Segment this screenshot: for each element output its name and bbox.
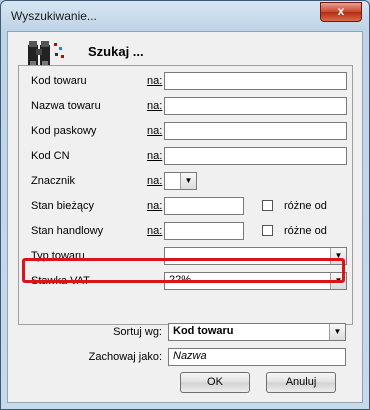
kod-paskowy-na-label: na: [147, 125, 163, 137]
kod-towaru-na-label: na: [147, 75, 163, 87]
nazwa-towaru-na-label: na: [147, 100, 163, 112]
kod-towaru-label: Kod towaru [31, 75, 87, 87]
sort-value: Kod towaru [173, 325, 234, 337]
dialog-client-area: Szukaj ... Kod towaru na: Nazwa towaru n… [7, 31, 363, 403]
kod-cn-na-label: na: [147, 150, 163, 162]
search-fields-group: Kod towaru na: Nazwa towaru na: Kod pask… [18, 65, 353, 325]
chevron-down-icon[interactable]: ▼ [329, 324, 345, 340]
znacznik-na-label: na: [147, 175, 163, 187]
kod-cn-input[interactable] [164, 147, 347, 165]
stan-biezacy-label: Stan bieżący [31, 200, 94, 212]
kod-towaru-input[interactable] [164, 72, 347, 90]
chevron-down-icon[interactable]: ▼ [180, 173, 196, 189]
stan-biezacy-na-label: na: [147, 200, 163, 212]
search-heading: Szukaj ... [88, 44, 144, 59]
field-row-stan-biezacy: Stan bieżący na: różne od [19, 196, 352, 218]
znacznik-select[interactable]: ▼ [164, 172, 197, 190]
field-row-kod-paskowy: Kod paskowy na: [19, 121, 352, 143]
stan-biezacy-rozne-label: różne od [284, 200, 327, 212]
highlight-frame [22, 258, 345, 283]
title-bar[interactable]: Wyszukiwanie... x [1, 1, 369, 31]
znacznik-label: Znacznik [31, 175, 76, 187]
search-dialog-window: Wyszukiwanie... x Szukaj ... Kod towaru … [0, 0, 370, 410]
field-row-znacznik: Znacznik na: ▼ [19, 171, 352, 193]
close-icon: x [337, 4, 345, 18]
field-row-kod-towaru: Kod towaru na: [19, 71, 352, 93]
ok-button[interactable]: OK [180, 372, 250, 393]
close-button[interactable]: x [320, 2, 362, 22]
field-row-kod-cn: Kod CN na: [19, 146, 352, 168]
sort-select[interactable]: Kod towaru ▼ [168, 323, 346, 341]
window-title: Wyszukiwanie... [11, 9, 97, 23]
nazwa-towaru-label: Nazwa towaru [31, 100, 101, 112]
kod-cn-label: Kod CN [31, 150, 70, 162]
field-row-nazwa-towaru: Nazwa towaru na: [19, 96, 352, 118]
stan-handlowy-label: Stan handlowy [31, 225, 104, 237]
save-as-label: Zachowaj jako: [88, 351, 162, 363]
stan-biezacy-input[interactable] [164, 197, 244, 215]
nazwa-towaru-input[interactable] [164, 97, 347, 115]
field-row-stan-handlowy: Stan handlowy na: różne od [19, 221, 352, 243]
save-as-input[interactable]: Nazwa [168, 348, 346, 366]
cancel-button[interactable]: Anuluj [266, 372, 336, 393]
stan-biezacy-rozne-checkbox[interactable] [262, 200, 273, 211]
stan-handlowy-rozne-checkbox[interactable] [262, 225, 273, 236]
kod-paskowy-input[interactable] [164, 122, 347, 140]
save-as-row: Zachowaj jako: Nazwa [8, 347, 362, 369]
stan-handlowy-rozne-label: różne od [284, 225, 327, 237]
stan-handlowy-na-label: na: [147, 225, 163, 237]
kod-paskowy-label: Kod paskowy [31, 125, 97, 137]
stan-handlowy-input[interactable] [164, 222, 244, 240]
sort-label: Sortuj wg: [113, 326, 162, 338]
sort-row: Sortuj wg: Kod towaru ▼ [8, 322, 362, 344]
